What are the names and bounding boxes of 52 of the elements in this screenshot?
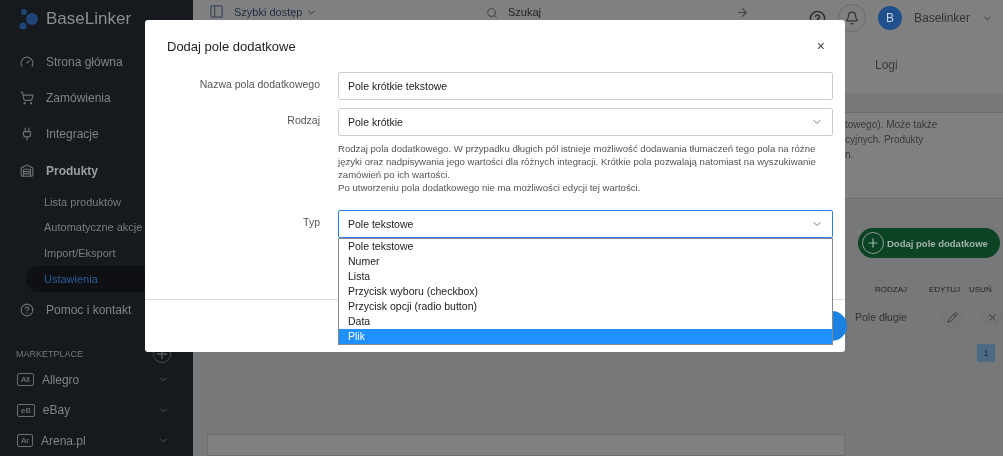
plus-icon	[866, 236, 880, 250]
select-field[interactable]: Pole tekstowe	[338, 210, 833, 238]
field-label: Rodzaj	[286, 113, 320, 128]
sidebar-item[interactable]: Pomoc i kontakt	[0, 291, 193, 328]
bell-icon	[844, 11, 859, 25]
column-header: RODZAJ	[875, 285, 908, 294]
description-text: n.	[845, 148, 855, 162]
input-field[interactable]: Pole krótkie tekstowe	[338, 72, 833, 100]
marketplace-badge: eB	[17, 403, 35, 417]
gauge-icon	[20, 55, 34, 70]
tab[interactable]: Logi	[875, 58, 898, 72]
panel-icon[interactable]	[209, 4, 224, 19]
help-icon	[20, 302, 34, 317]
user-avatar[interactable]: B	[877, 6, 902, 30]
section-label: MARKETPLACE	[16, 349, 84, 360]
column-header: USUŃ	[969, 285, 993, 294]
description-text: towego). Może także	[845, 118, 939, 132]
marketplace-item[interactable]: eB eBay	[0, 395, 193, 426]
marketplace-item[interactable]: All Allegro	[0, 364, 193, 396]
column-header: EDYTUJ	[929, 285, 962, 294]
logo-icon	[18, 8, 40, 30]
close-button[interactable]: ×	[812, 38, 829, 54]
field-label: Nazwa pola dodatkowego	[198, 77, 320, 92]
page-button[interactable]: 1	[977, 344, 995, 362]
marketplace-label: Arena.pl	[41, 433, 86, 448]
help-text: Rodzaj pola dodatkowego. W przypadku długich pól istnieje możliwość dodawania tłumaczeń tego pola na różne języki oraz nadpisywania jego wartości dla różnych integracji. Krótkie pola pozwalają natomiast na wyszukiwanie zamówień po ich wartości. Po utworzeniu pola dodatkowego nie ma możliwości edycji tej wartości.	[338, 142, 817, 194]
marketplace-badge: All	[17, 373, 34, 387]
cart-icon	[20, 91, 34, 106]
search-field[interactable]: Szukaj	[508, 6, 726, 19]
quick-access-dropdown[interactable]: Szybki dostęp	[234, 6, 444, 19]
sidebar-item[interactable]: Produkty	[0, 152, 193, 189]
add-field-button[interactable]: Dodaj pole dodatkowe	[858, 228, 1000, 258]
sidebar-item[interactable]: Zamówienia	[0, 80, 193, 117]
warehouse-icon	[20, 163, 34, 178]
arrow-right-icon[interactable]	[736, 6, 749, 19]
plug-icon	[20, 127, 34, 142]
marketplace-item[interactable]: Ar Arena.pl	[0, 425, 193, 456]
sidebar-item[interactable]: Integracje	[0, 116, 193, 153]
select-field[interactable]: Pole krótkie	[338, 108, 833, 136]
description-text: cyjnych. Produkty	[845, 133, 925, 147]
table-cell-text: Pole długie	[855, 311, 908, 323]
pencil-icon	[946, 311, 958, 323]
dropdown-option[interactable]: Plik	[339, 329, 832, 344]
modal-title: Dodaj pole dodatkowe	[167, 38, 296, 54]
marketplace-badge: Ar	[17, 434, 33, 448]
close-icon	[986, 311, 998, 323]
marketplace-label: eBay	[42, 403, 71, 418]
marketplace-label: Allegro	[41, 372, 80, 387]
field-label: Typ	[302, 215, 320, 230]
user-name[interactable]: Baselinker	[913, 11, 970, 25]
search-icon	[486, 6, 498, 19]
logo-text: BaseLinker	[46, 9, 132, 29]
